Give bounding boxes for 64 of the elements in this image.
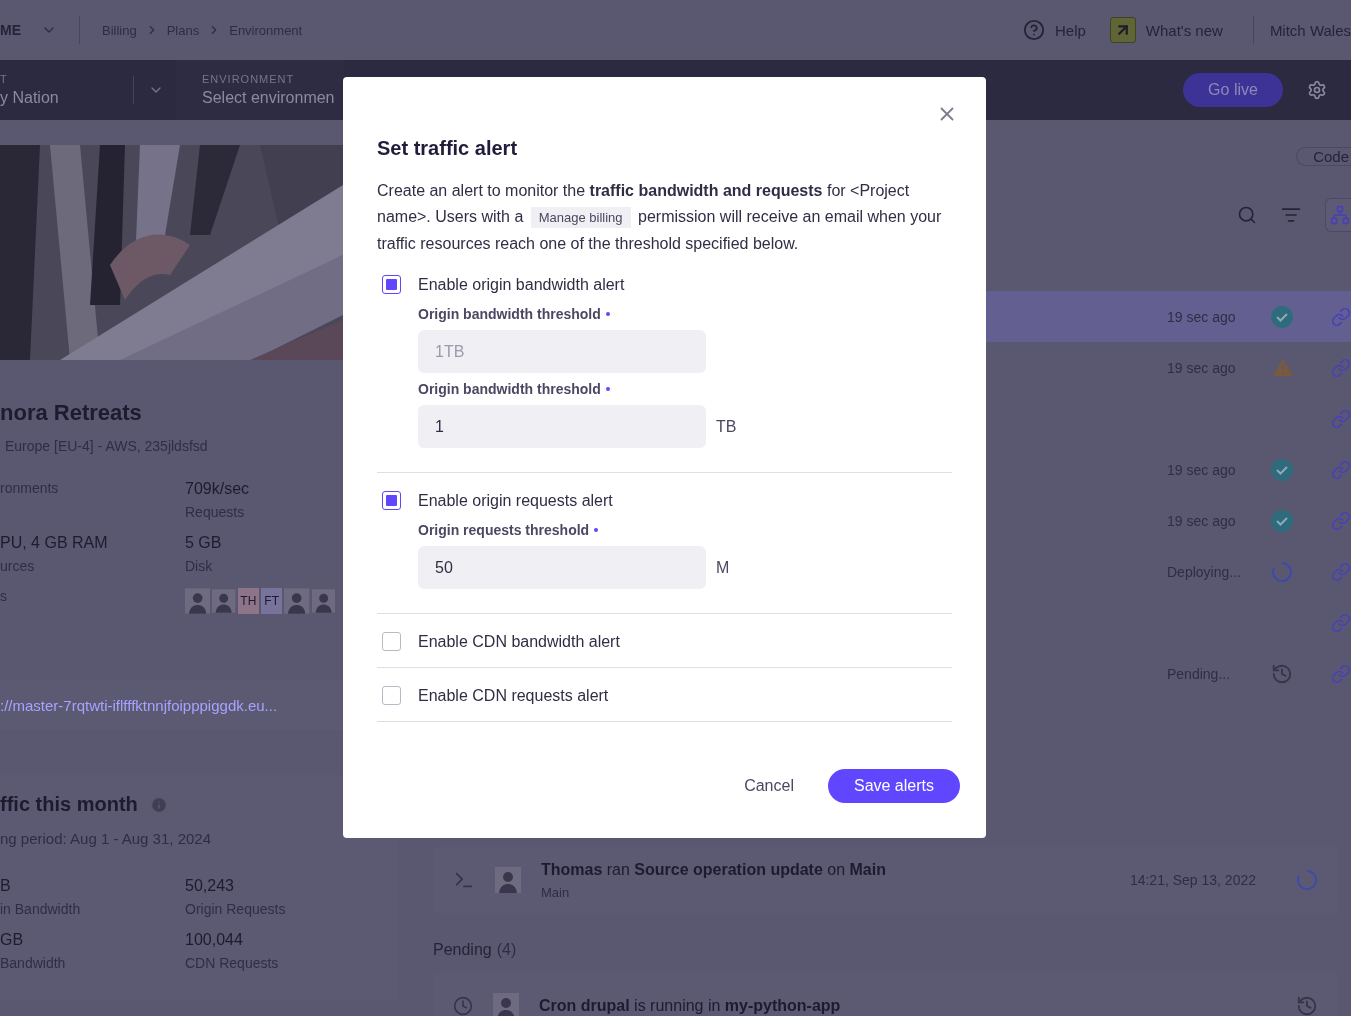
input-field[interactable]: 1 (418, 405, 706, 448)
go-live-button[interactable]: Go live (1183, 73, 1283, 107)
avatar (495, 867, 521, 893)
clock-icon (453, 996, 473, 1016)
avatar: FT (261, 588, 283, 614)
stat-value: 5 GB (185, 534, 223, 552)
avatar (212, 588, 236, 614)
project-label: T (0, 73, 9, 85)
stat-value: PU, 4 GB RAM (0, 534, 109, 552)
environment-url[interactable]: ://master-7rqtwti-iflfffktnnjfoipppiggdk.eu... (0, 696, 278, 714)
link-icon[interactable] (1331, 510, 1351, 531)
avatar (284, 588, 310, 614)
tree-view-button[interactable] (1325, 198, 1351, 232)
checkbox-label: Enable origin requests alert (418, 491, 613, 510)
checkbox[interactable] (382, 686, 401, 705)
link-icon[interactable] (1331, 663, 1351, 684)
stat-value: GB (0, 931, 25, 949)
permission-tag: Manage billing (530, 207, 631, 228)
checkbox-label: Enable origin bandwidth alert (418, 275, 625, 294)
dialog-title: Set traffic alert (377, 137, 519, 160)
search-icon[interactable] (1237, 205, 1257, 225)
project-selector[interactable]: y Nation (0, 89, 133, 107)
help-icon[interactable] (1022, 19, 1045, 41)
field-label: Origin requests threshold (418, 522, 590, 538)
activity-text: Thomas ran Source operation update on Main (541, 860, 887, 879)
project-name: nora Retreats (0, 400, 143, 426)
link-icon[interactable] (1331, 459, 1351, 480)
activity-time: 19 sec ago (1167, 308, 1237, 325)
link-icon[interactable] (1331, 561, 1351, 582)
intro-text: Create an alert to monitor the traffic bandwidth and requests for <Project name>. Users with a Manage billing permission will receive an email when your traffic resources reach one of the threshold specified below. (377, 181, 943, 254)
info-icon[interactable] (149, 795, 168, 814)
stat-value: 50,243 (185, 877, 235, 895)
checkbox-label: Enable CDN requests alert (418, 686, 609, 705)
link-icon[interactable] (1331, 306, 1351, 327)
checkbox[interactable] (382, 491, 401, 510)
cancel-button[interactable]: Cancel (744, 777, 794, 795)
checkbox[interactable] (382, 275, 401, 294)
activity-text: Cron drupal is running in my-python-app (539, 997, 842, 1015)
history-icon (1296, 995, 1318, 1016)
avatar: TH (237, 588, 259, 614)
link-icon[interactable] (1331, 357, 1351, 378)
stat-value: 100,044 (185, 931, 244, 949)
traffic-title: ffic this month (0, 793, 138, 816)
stat-value: B (0, 877, 12, 895)
checkbox[interactable] (382, 632, 401, 651)
spinner-icon (1296, 869, 1318, 891)
field-label: Origin bandwidth threshold (418, 306, 601, 322)
input-field[interactable]: 50 (418, 546, 706, 589)
save-button[interactable]: Save alerts (827, 769, 960, 803)
stat-value: 709k/sec (185, 480, 251, 498)
link-icon[interactable] (1331, 612, 1351, 633)
settings-icon[interactable] (1307, 80, 1327, 100)
avatar (311, 588, 335, 614)
checkbox-label: Enable CDN bandwidth alert (418, 632, 620, 651)
link-icon[interactable] (1331, 408, 1351, 429)
field-label: Origin bandwidth threshold (418, 381, 601, 397)
avatar (493, 993, 519, 1016)
unit-label: M (716, 558, 730, 577)
avatar (185, 588, 211, 614)
environment-label: ENVIRONMENT (202, 73, 296, 85)
unit-label: TB (716, 417, 737, 436)
filter-icon[interactable] (1281, 205, 1301, 225)
input-field[interactable]: 1TB (418, 330, 706, 373)
environment-selector[interactable]: Select environmen (202, 89, 344, 107)
